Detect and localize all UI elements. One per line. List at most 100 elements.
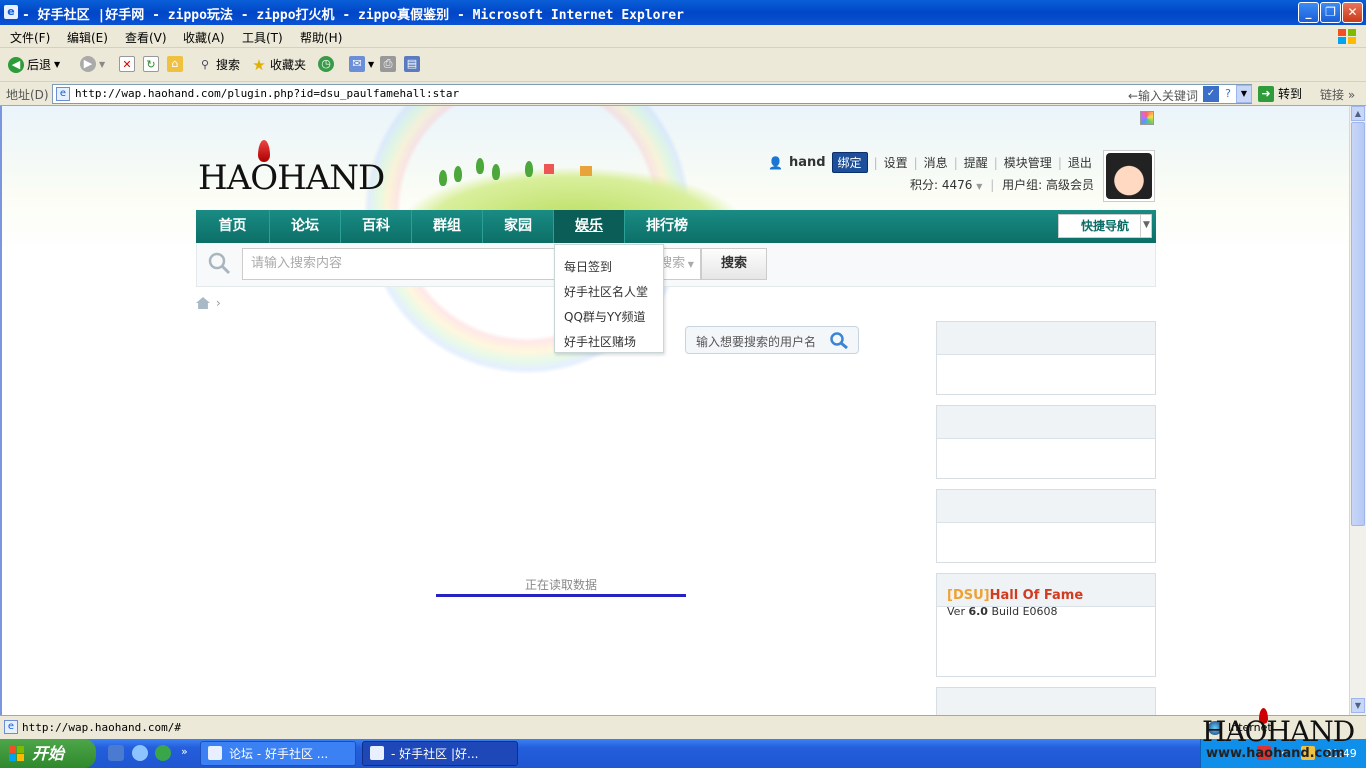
- edit-page-icon: ▤: [404, 56, 420, 72]
- avatar[interactable]: [1103, 150, 1155, 202]
- module-admin-link[interactable]: 模块管理: [1004, 154, 1052, 171]
- menu-casino[interactable]: 好手社区赌场: [564, 333, 636, 350]
- mail-icon: ✉: [349, 56, 365, 72]
- points-dropdown-icon[interactable]: ▼: [976, 182, 982, 191]
- menu-hall-of-fame[interactable]: 好手社区名人堂: [564, 283, 648, 300]
- points-link[interactable]: 积分: 4476: [910, 178, 972, 192]
- user-group[interactable]: 用户组: 高级会员: [1002, 178, 1094, 192]
- tree-icon: [439, 170, 447, 186]
- address-input[interactable]: e http://wap.haohand.com/plugin.php?id=d…: [52, 84, 1252, 104]
- nav-home-space[interactable]: 家园: [483, 210, 554, 243]
- search-provider-icon[interactable]: ✓: [1203, 86, 1219, 102]
- search-input[interactable]: 请输入搜索内容: [242, 248, 562, 280]
- nav-home[interactable]: 首页: [196, 210, 270, 243]
- user-search-input[interactable]: 输入想要搜索的用户名: [696, 333, 816, 350]
- title-bar: e - 好手社区 |好手网 - zippo玩法 - zippo打火机 - zip…: [0, 0, 1366, 25]
- mail-button[interactable]: ✉ ▼: [349, 56, 374, 72]
- menu-qq-yy[interactable]: QQ群与YY频道: [564, 308, 646, 325]
- show-desktop-icon[interactable]: [108, 745, 124, 761]
- window-title: - 好手社区 |好手网 - zippo玩法 - zippo打火机 - zippo…: [22, 8, 684, 23]
- nav-groups[interactable]: 群组: [412, 210, 483, 243]
- printer-icon: ⎙: [380, 56, 396, 72]
- menu-daily-checkin[interactable]: 每日签到: [564, 258, 612, 275]
- task-forum-window[interactable]: 论坛 - 好手社区 ...: [200, 741, 356, 766]
- magnifier-icon: ⚲: [200, 57, 210, 71]
- stop-icon: ✕: [119, 56, 135, 72]
- color-theme-icon[interactable]: [1140, 111, 1154, 125]
- scroll-down-icon[interactable]: ▼: [1351, 698, 1365, 713]
- back-button[interactable]: ◀ 后退 ▼: [8, 56, 60, 73]
- search-button[interactable]: ⚲ 搜索: [197, 56, 240, 73]
- address-label: 地址(D): [6, 88, 49, 102]
- notices-link[interactable]: 提醒: [964, 154, 988, 171]
- settings-link[interactable]: 设置: [884, 154, 908, 171]
- loading-bar: [436, 594, 686, 597]
- search-submit-button[interactable]: 搜索: [701, 248, 767, 280]
- bind-button[interactable]: 绑定: [831, 152, 868, 173]
- avatar-image: [1106, 153, 1152, 199]
- nav-forum[interactable]: 论坛: [270, 210, 341, 243]
- address-url: http://wap.haohand.com/plugin.php?id=dsu…: [75, 87, 460, 100]
- help-icon[interactable]: ?: [1221, 86, 1235, 102]
- quick-nav-button[interactable]: 快捷导航: [1058, 214, 1152, 238]
- tree-icon: [492, 164, 500, 180]
- home-icon[interactable]: [196, 297, 210, 309]
- stop-button[interactable]: ✕: [119, 56, 135, 72]
- menu-edit[interactable]: 编辑(E): [67, 29, 108, 46]
- quicklaunch-more-icon[interactable]: »: [181, 745, 188, 758]
- breadcrumb: ›: [196, 296, 221, 310]
- site-logo[interactable]: HAOHAND: [198, 158, 385, 198]
- scroll-up-icon[interactable]: ▲: [1351, 106, 1365, 121]
- nav-wiki[interactable]: 百科: [341, 210, 412, 243]
- taskbar: 开始 » 论坛 - 好手社区 ... - 好手社区 |好... ‹ 20:49: [0, 739, 1366, 768]
- print-button[interactable]: ⎙: [380, 56, 396, 72]
- task-current-window[interactable]: - 好手社区 |好...: [362, 741, 518, 766]
- close-button[interactable]: ✕: [1342, 2, 1363, 23]
- toolbar: ◀ 后退 ▼ ▶ ▼ ✕ ↻ ⌂ ⚲ 搜索 ★ 收藏夹 ◷ ✉ ▼ ⎙ ▤: [0, 48, 1366, 82]
- loading-text: 正在读取数据: [524, 578, 597, 592]
- user-search-box[interactable]: 输入想要搜索的用户名: [685, 326, 859, 354]
- home-button[interactable]: ⌂: [167, 56, 183, 72]
- links-button[interactable]: 链接 »: [1320, 86, 1355, 103]
- history-button[interactable]: ◷: [318, 56, 334, 72]
- history-icon: ◷: [318, 56, 334, 72]
- edit-button[interactable]: ▤: [404, 56, 420, 72]
- minimize-button[interactable]: _: [1298, 2, 1319, 23]
- menu-help[interactable]: 帮助(H): [300, 29, 342, 46]
- nav-rankings[interactable]: 排行榜: [625, 210, 709, 243]
- user-search-icon[interactable]: [828, 331, 850, 349]
- quick-nav-dropdown-icon[interactable]: ▼: [1140, 214, 1152, 238]
- tree-icon: [525, 161, 533, 177]
- media-quicklaunch-icon[interactable]: [155, 745, 171, 761]
- menu-tools[interactable]: 工具(T): [242, 29, 283, 46]
- ie-quicklaunch-icon[interactable]: [132, 745, 148, 761]
- hof-title[interactable]: [DSU]Hall Of Fame: [947, 588, 1083, 603]
- go-button[interactable]: ➜ 转到: [1258, 85, 1302, 102]
- page-scrollbar[interactable]: ▲ ▼: [1349, 106, 1366, 715]
- search-icon: [208, 252, 231, 275]
- scroll-thumb[interactable]: [1351, 122, 1365, 526]
- address-dropdown-icon[interactable]: ▼: [1236, 85, 1252, 103]
- house-icon: [580, 166, 592, 176]
- username-link[interactable]: hand: [789, 155, 826, 170]
- status-text: http://wap.haohand.com/#: [22, 721, 181, 734]
- hof-version: Ver 6.0 Build E0608: [947, 605, 1058, 618]
- favorites-button[interactable]: ★ 收藏夹: [251, 56, 306, 73]
- keyword-hint: ←输入关键词: [1128, 89, 1199, 103]
- page-viewport: HAOHAND 👤 hand 绑定 | 设置 | 消息 | 提醒 | 模块管理 …: [0, 106, 1349, 715]
- restore-button[interactable]: ❐: [1320, 2, 1341, 23]
- sidebar-box: [936, 489, 1156, 563]
- refresh-button[interactable]: ↻: [143, 56, 159, 72]
- forward-button[interactable]: ▶ ▼: [80, 56, 105, 72]
- menu-file[interactable]: 文件(F): [10, 29, 50, 46]
- menu-favorites[interactable]: 收藏(A): [183, 29, 225, 46]
- ie-icon: e: [4, 5, 18, 19]
- nav-entertainment[interactable]: 娱乐: [554, 210, 625, 243]
- user-bar: 👤 hand 绑定 | 设置 | 消息 | 提醒 | 模块管理 | 退出: [768, 152, 1092, 173]
- menu-view[interactable]: 查看(V): [125, 29, 167, 46]
- forward-arrow-icon: ▶: [80, 56, 96, 72]
- logout-link[interactable]: 退出: [1068, 154, 1092, 171]
- go-arrow-icon: ➜: [1258, 85, 1274, 102]
- messages-link[interactable]: 消息: [924, 154, 948, 171]
- user-icon: 👤: [768, 155, 783, 170]
